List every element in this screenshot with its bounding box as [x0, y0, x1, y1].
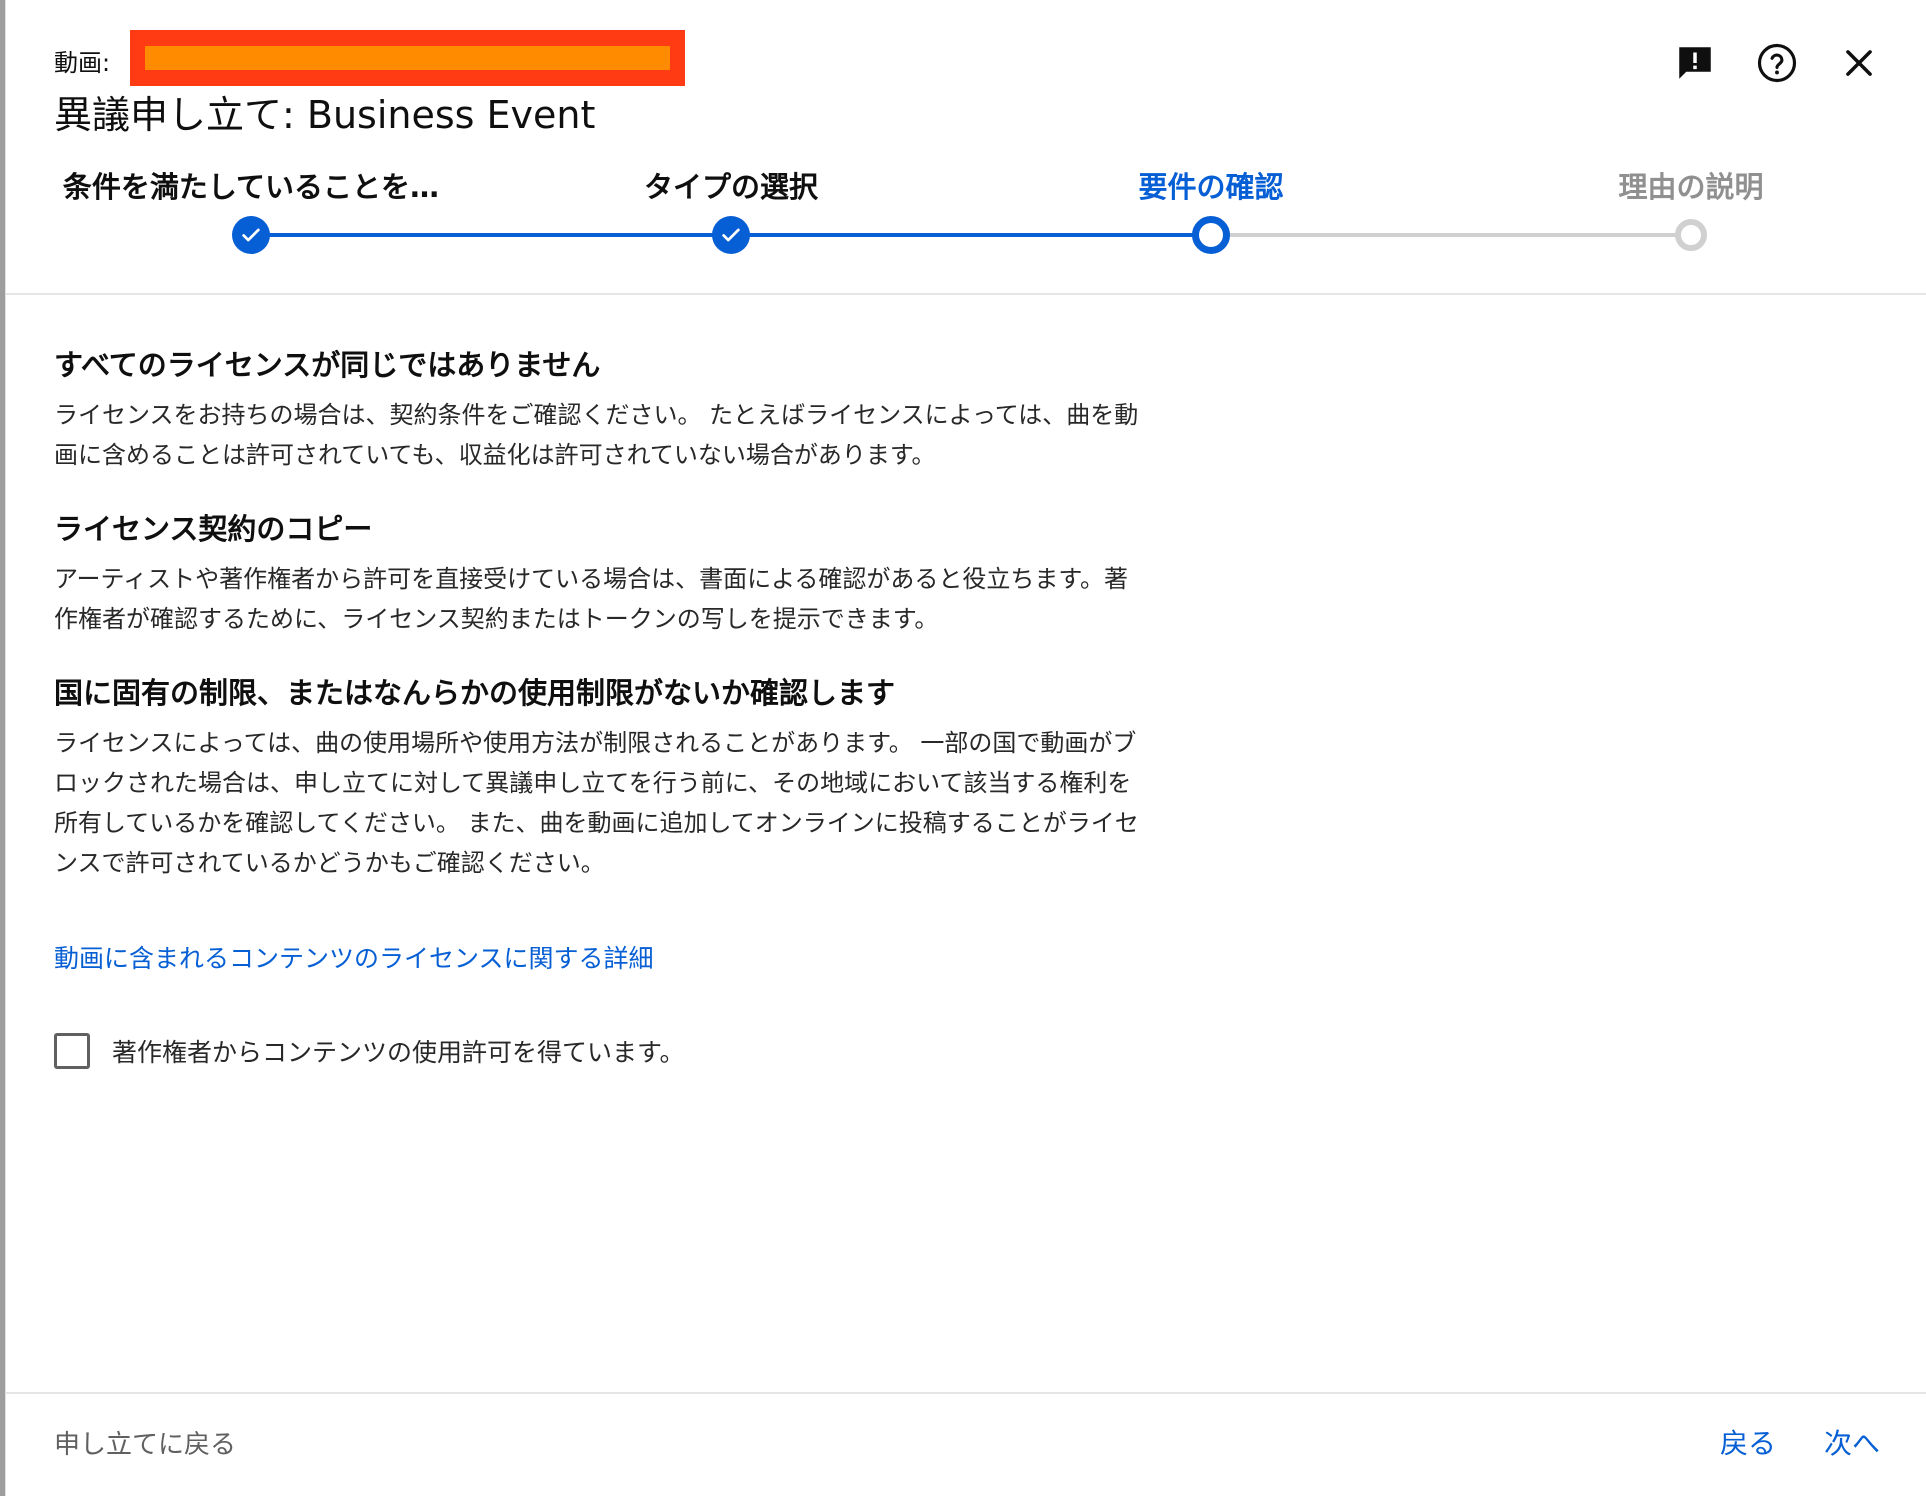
- redacted-video-name: [130, 30, 686, 86]
- section-text: アーティストや著作権者から許可を直接受けている場合は、書面による確認があると役立…: [54, 565, 1128, 633]
- footer-actions: 戻る 次へ: [1720, 1422, 1880, 1462]
- step-label-2: タイプの選択: [643, 170, 819, 204]
- step-dot-3: [1192, 216, 1230, 254]
- section-country-restrictions: 国に固有の制限、またはなんらかの使用制限がないか確認します ライセンスによっては…: [54, 673, 1254, 883]
- section-text: ライセンスをお持ちの場合は、契約条件をご確認ください。 たとえばライセンスによっ…: [54, 401, 1139, 469]
- permission-checkbox[interactable]: [54, 1033, 90, 1069]
- close-icon[interactable]: [1838, 42, 1880, 84]
- stepper: 条件を満たしていることを… タイプの選択 要件の確認 理由の説明: [6, 150, 1926, 260]
- section-license-copy: ライセンス契約のコピー アーティストや著作権者から許可を直接受けている場合は、書…: [54, 509, 1254, 639]
- video-label: 動画:: [54, 48, 111, 77]
- step-dot-4: [1675, 219, 1707, 251]
- license-details-link[interactable]: 動画に含まれるコンテンツのライセンスに関する詳細: [54, 939, 654, 975]
- permission-checkbox-row[interactable]: 著作権者からコンテンツの使用許可を得ています。: [54, 1033, 1254, 1069]
- dialog-title: 異議申し立て: Business Event: [54, 93, 596, 137]
- requirements-content: すべてのライセンスが同じではありません ライセンスをお持ちの場合は、契約条件をご…: [54, 345, 1254, 1069]
- redacted-video-name-inner: [145, 46, 671, 70]
- dispute-dialog: 動画: 異議申し立て: Business Event 条件を満たしていることを……: [5, 0, 1926, 1496]
- step-label-1: 条件を満たしていることを…: [62, 170, 440, 204]
- section-heading: すべてのライセンスが同じではありません: [54, 348, 601, 382]
- step-dot-2: [712, 216, 750, 254]
- step-connector-3: [1211, 233, 1691, 237]
- help-icon[interactable]: [1756, 42, 1798, 84]
- step-connector-2: [731, 233, 1211, 237]
- section-license-terms: すべてのライセンスが同じではありません ライセンスをお持ちの場合は、契約条件をご…: [54, 345, 1254, 475]
- header-icons: [1674, 42, 1880, 84]
- section-text: ライセンスによっては、曲の使用場所や使用方法が制限されることがあります。 一部の…: [54, 729, 1139, 877]
- section-heading: 国に固有の制限、またはなんらかの使用制限がないか確認します: [54, 676, 896, 710]
- feedback-icon[interactable]: [1674, 42, 1716, 84]
- step-connector-1: [251, 233, 731, 237]
- check-icon: [242, 228, 260, 242]
- step-label-3: 要件の確認: [1138, 170, 1284, 204]
- header-divider: [6, 293, 1926, 295]
- next-button[interactable]: 次へ: [1824, 1422, 1880, 1462]
- permission-checkbox-label[interactable]: 著作権者からコンテンツの使用許可を得ています。: [112, 1033, 685, 1069]
- step-dot-1: [232, 216, 270, 254]
- section-heading: ライセンス契約のコピー: [54, 512, 373, 546]
- back-button[interactable]: 戻る: [1720, 1422, 1776, 1462]
- footer-divider: [6, 1392, 1926, 1394]
- check-icon: [722, 228, 740, 242]
- back-to-claim-button[interactable]: 申し立てに戻る: [54, 1424, 236, 1461]
- video-line: 動画:: [54, 30, 686, 86]
- step-label-4: 理由の説明: [1618, 170, 1764, 204]
